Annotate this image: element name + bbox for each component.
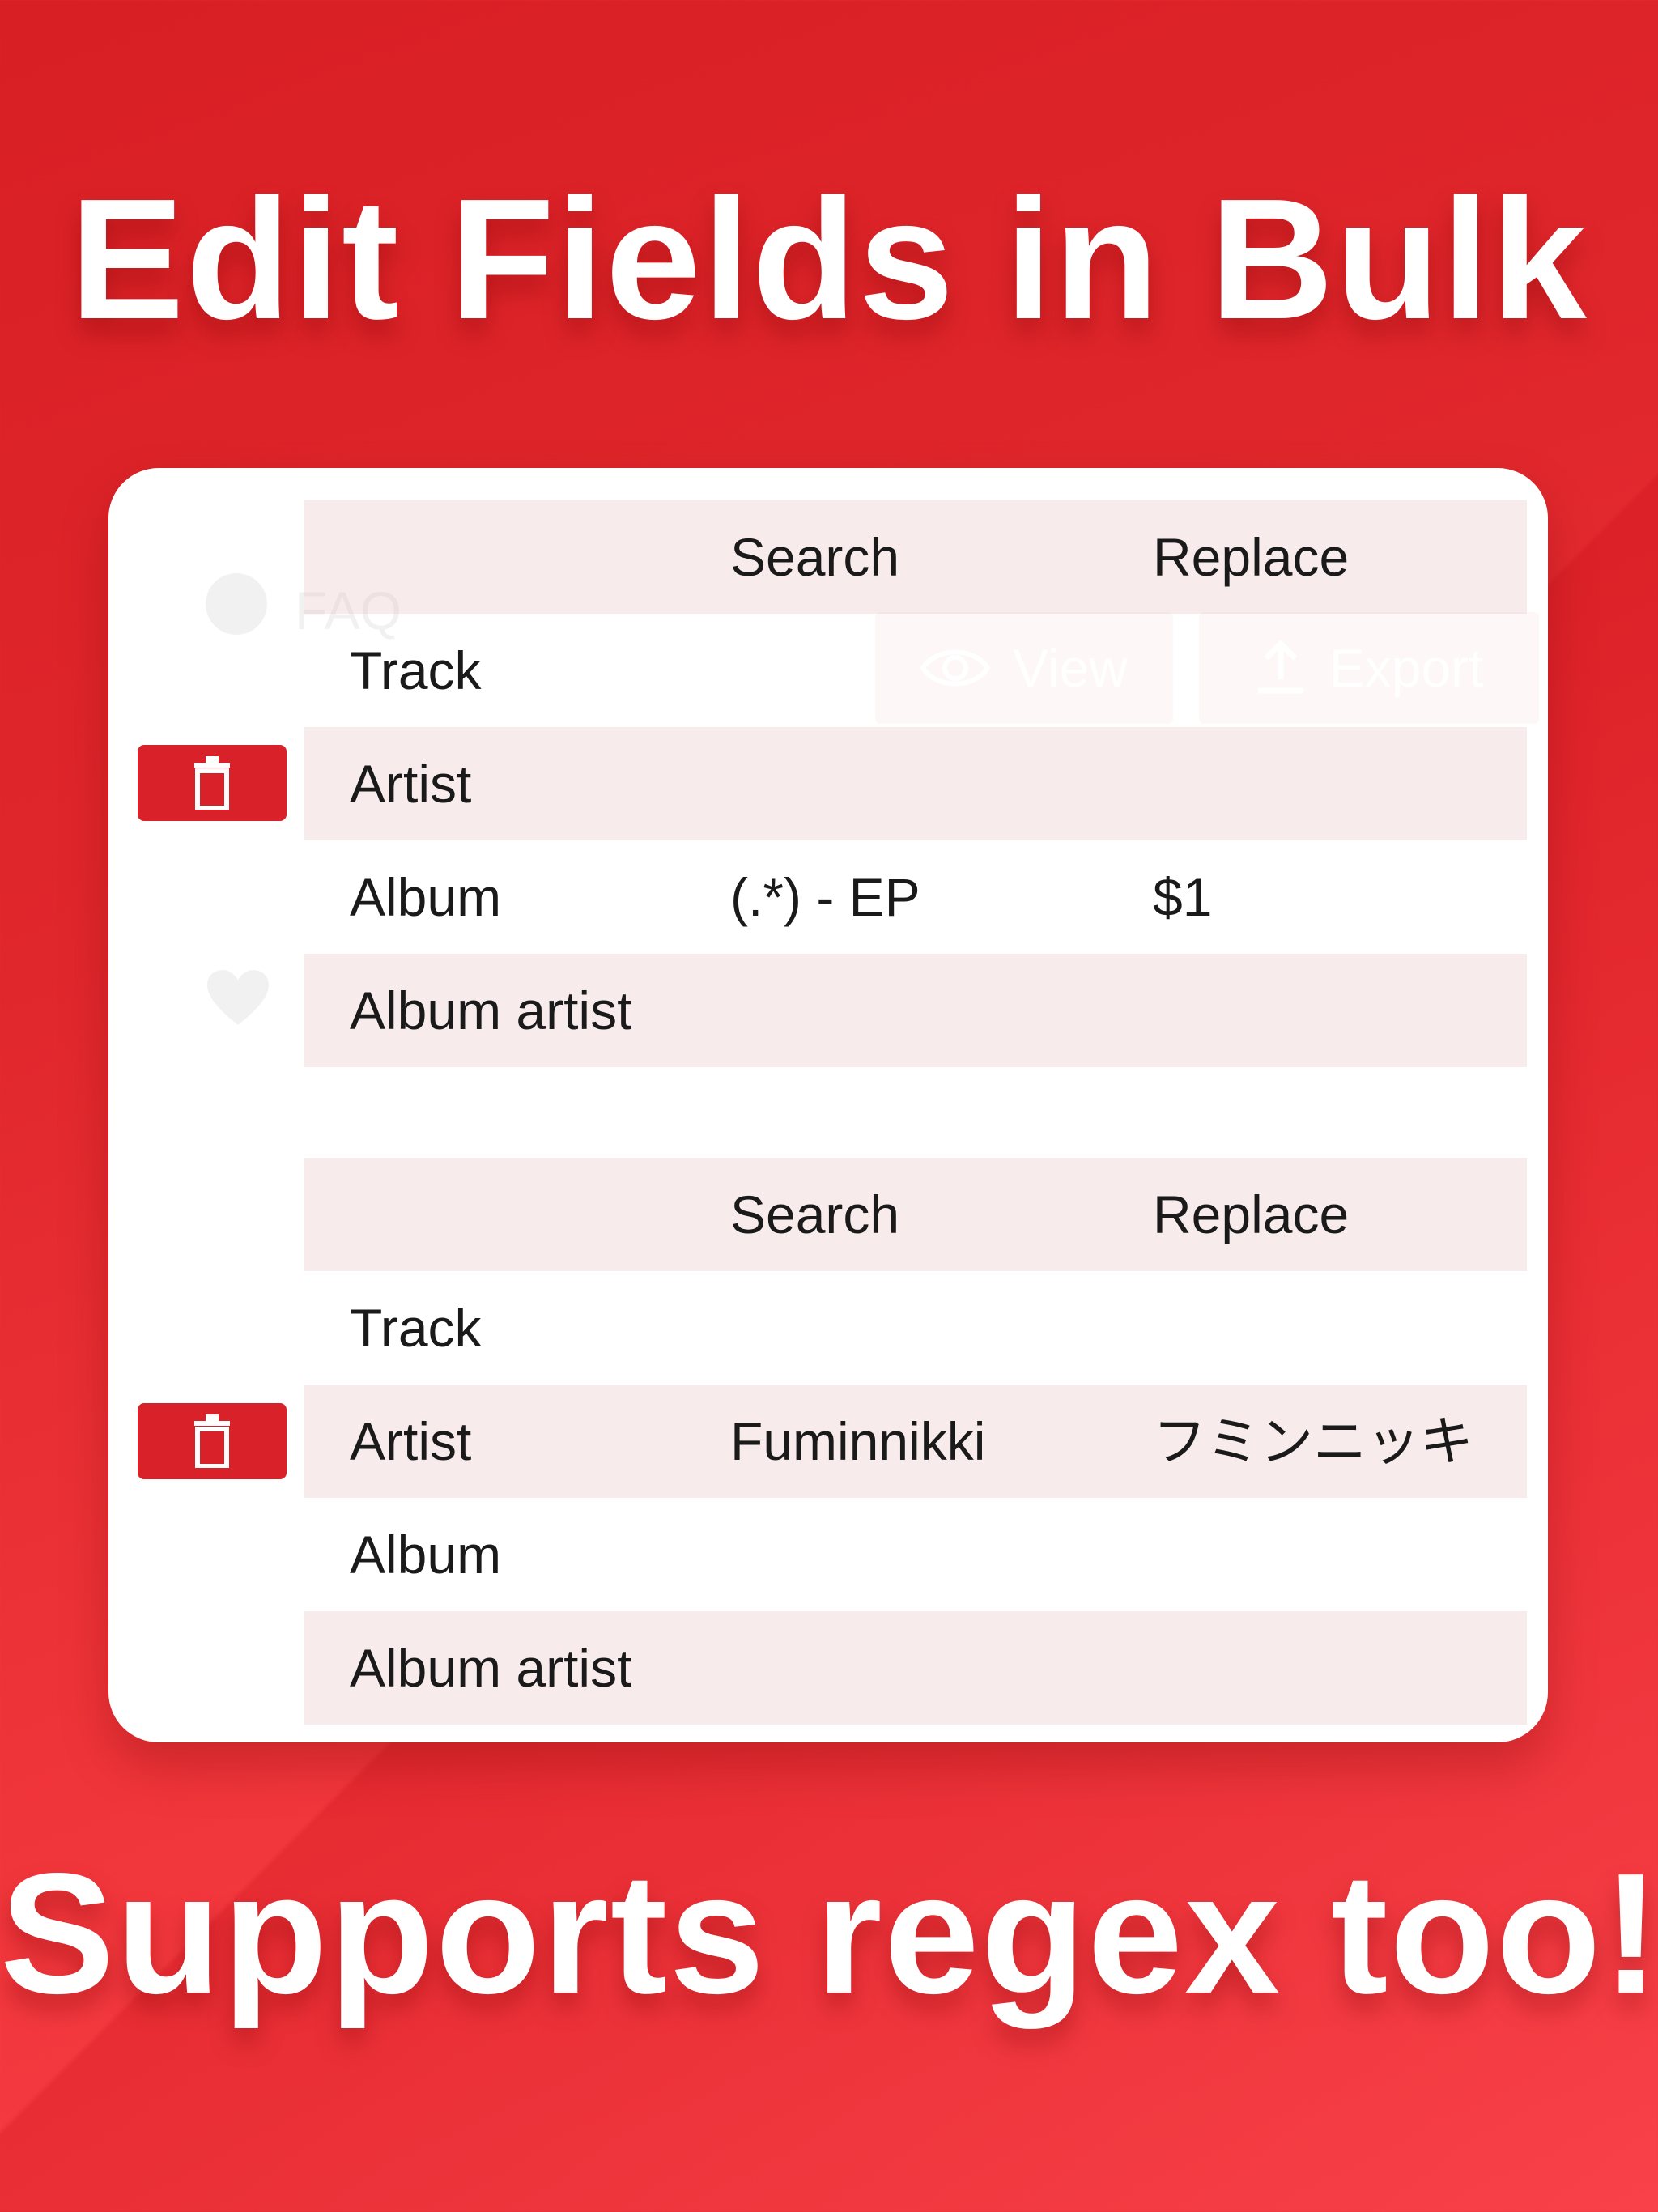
field-label: Album <box>350 1525 502 1585</box>
table-row[interactable]: Album artist <box>304 954 1527 1067</box>
table-header-row: Search Replace <box>304 500 1527 614</box>
search-column-header: Search <box>730 1185 900 1244</box>
delete-rule-button[interactable] <box>138 1403 287 1479</box>
replace-field[interactable]: $1 <box>1153 870 1212 924</box>
table-row[interactable]: Album (.*) - EP $1 <box>304 840 1527 954</box>
table-row[interactable]: Album artist <box>304 1611 1527 1725</box>
table-row[interactable]: Artist Fuminnikki フミンニッキ <box>304 1385 1527 1498</box>
trash-icon <box>194 1414 230 1468</box>
replace-column-header: Replace <box>1153 1185 1350 1244</box>
table-header-row: Search Replace <box>304 1158 1527 1271</box>
search-field[interactable]: Fuminnikki <box>730 1414 985 1468</box>
field-label: Album artist <box>350 981 632 1040</box>
field-label: Album artist <box>350 1638 632 1698</box>
search-field[interactable]: (.*) - EP <box>730 870 920 924</box>
table-row[interactable]: Artist <box>304 727 1527 840</box>
rule-table-2: Search Replace Track Artist Fuminnikki フ… <box>304 1158 1527 1725</box>
replace-column-header: Replace <box>1153 527 1350 587</box>
headline-bottom: Supports regex too! <box>0 1837 1658 2029</box>
heart-icon <box>207 970 269 1025</box>
field-label: Track <box>350 1298 482 1358</box>
field-label: Artist <box>350 754 472 814</box>
field-label: Album <box>350 867 502 927</box>
bulk-edit-card: FAQ View Export Search Replace Track Art… <box>108 468 1548 1742</box>
question-circle-icon <box>206 573 267 635</box>
table-row[interactable]: Track <box>304 614 1527 727</box>
table-row[interactable]: Track <box>304 1271 1527 1385</box>
delete-rule-button[interactable] <box>138 745 287 821</box>
replace-field[interactable]: フミンニッキ <box>1153 1414 1473 1468</box>
field-label: Artist <box>350 1411 472 1471</box>
headline-top: Edit Fields in Bulk <box>70 163 1588 355</box>
field-label: Track <box>350 640 482 700</box>
rule-table-1: Search Replace Track Artist Album (.*) -… <box>304 500 1527 1067</box>
table-row[interactable]: Album <box>304 1498 1527 1611</box>
trash-icon <box>194 756 230 810</box>
search-column-header: Search <box>730 527 900 587</box>
